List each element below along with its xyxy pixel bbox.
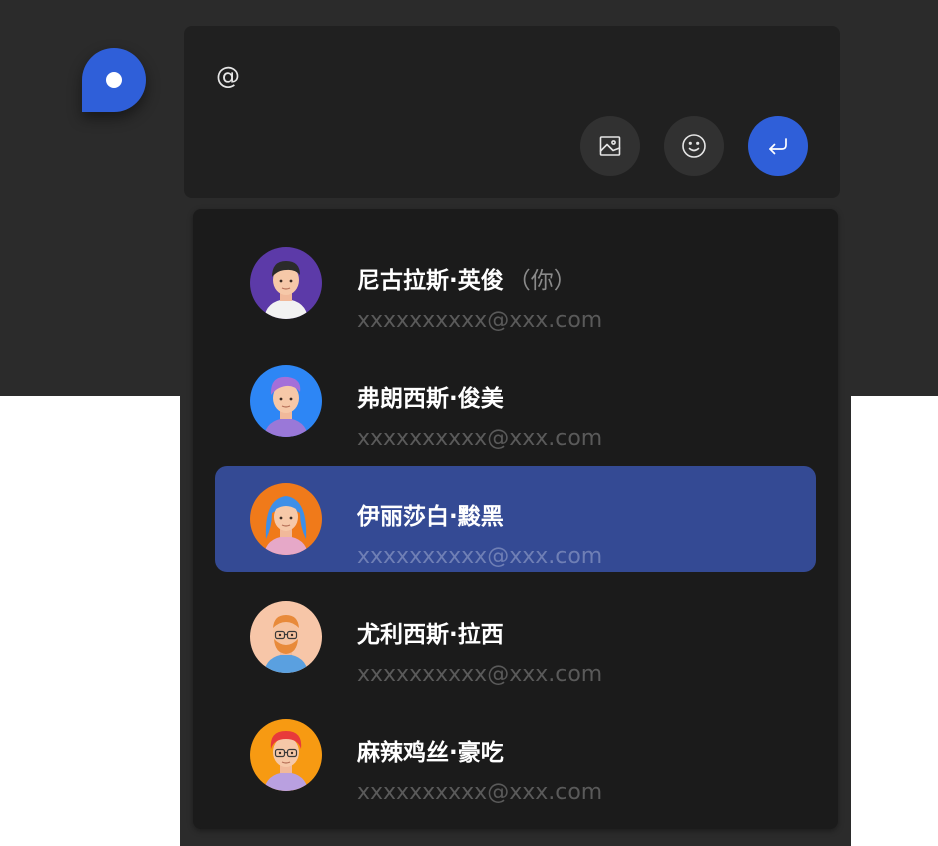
user-email: xxxxxxxxxx@xxx.com [357, 426, 603, 451]
user-email: xxxxxxxxxx@xxx.com [357, 308, 603, 333]
mention-item[interactable]: 尼古拉斯·英俊 （你） xxxxxxxxxx@xxx.com [215, 230, 816, 336]
bubble-dot [106, 72, 122, 88]
insert-image-button[interactable] [580, 116, 640, 176]
user-name: 弗朗西斯·俊美 [357, 386, 504, 412]
mention-item[interactable]: 弗朗西斯·俊美 xxxxxxxxxx@xxx.com [215, 348, 816, 454]
mention-item[interactable]: 尤利西斯·拉西 xxxxxxxxxx@xxx.com [215, 584, 816, 690]
user-name: 尼古拉斯·英俊 [357, 268, 504, 294]
enter-arrow-icon [766, 134, 790, 158]
user-name: 尤利西斯·拉西 [357, 622, 504, 648]
user-name: 伊丽莎白·黢黑 [357, 504, 504, 530]
emoji-button[interactable] [664, 116, 724, 176]
chat-bubble-icon[interactable] [82, 48, 146, 112]
avatar [250, 483, 322, 555]
you-tag: （你） [507, 268, 577, 294]
mention-item-selected[interactable]: 伊丽莎白·黢黑 xxxxxxxxxx@xxx.com [215, 466, 816, 572]
message-composer: @ [184, 26, 840, 198]
mention-dropdown: 尼古拉斯·英俊 （你） xxxxxxxxxx@xxx.com 弗朗西斯·俊美 xx… [193, 209, 838, 829]
message-input[interactable]: @ [216, 62, 240, 90]
user-name: 麻辣鸡丝·豪吃 [357, 740, 504, 766]
avatar [250, 601, 322, 673]
avatar [250, 719, 322, 791]
user-email: xxxxxxxxxx@xxx.com [357, 544, 603, 569]
user-email: xxxxxxxxxx@xxx.com [357, 662, 603, 687]
user-email: xxxxxxxxxx@xxx.com [357, 780, 603, 805]
mention-item[interactable]: 麻辣鸡丝·豪吃 xxxxxxxxxx@xxx.com [215, 702, 816, 808]
emoji-icon [681, 133, 707, 159]
send-button[interactable] [748, 116, 808, 176]
avatar [250, 365, 322, 437]
image-icon [598, 134, 622, 158]
avatar [250, 247, 322, 319]
